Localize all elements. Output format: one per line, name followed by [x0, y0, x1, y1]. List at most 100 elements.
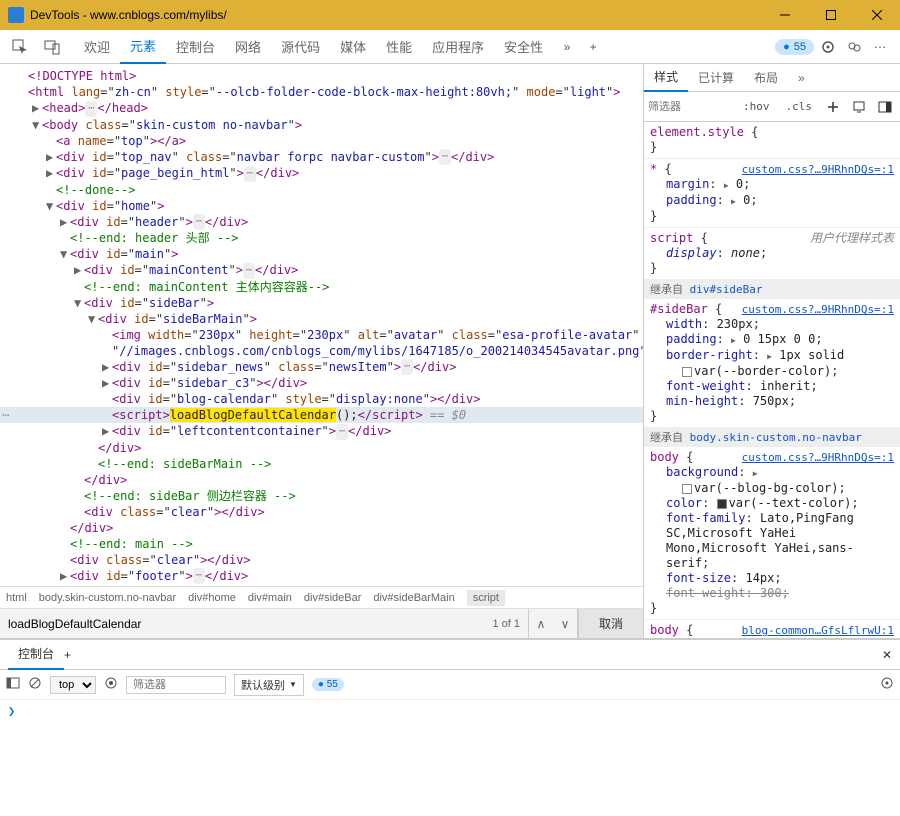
more-tabs-icon[interactable]: »: [555, 35, 579, 59]
log-level-select[interactable]: 默认级别 ▼: [234, 674, 304, 696]
dom-node[interactable]: ▶<head>⋯</head>: [0, 100, 643, 117]
dom-node[interactable]: <div id="blog-calendar" style="display:n…: [0, 391, 643, 407]
close-button[interactable]: [854, 0, 900, 30]
tab-性能[interactable]: 性能: [376, 30, 422, 64]
dom-node[interactable]: <!DOCTYPE html>: [0, 68, 643, 84]
tab-源代码[interactable]: 源代码: [271, 30, 330, 64]
layout-tab[interactable]: 布局: [744, 64, 788, 92]
dom-node[interactable]: <!--end: sideBarMain -->: [0, 456, 643, 472]
toggle-pane-icon[interactable]: [874, 96, 896, 118]
dom-node[interactable]: <!--end: mainContent 主体内容容器-->: [0, 279, 643, 295]
dom-node[interactable]: ▶<div id="top_nav" class="navbar forpc n…: [0, 149, 643, 166]
issue-count-badge[interactable]: ●55: [775, 39, 814, 55]
element-style-rule[interactable]: element.style { }: [644, 122, 900, 159]
dom-node[interactable]: ▶<div id="footer">⋯</div>: [0, 568, 643, 585]
dom-node[interactable]: <!--done-->: [0, 182, 643, 198]
dom-node[interactable]: </div>: [0, 440, 643, 456]
crumb[interactable]: div#sideBarMain: [373, 592, 454, 604]
crumb[interactable]: div#sideBar: [304, 592, 361, 604]
menu-icon[interactable]: ⋯: [868, 35, 892, 59]
dom-node[interactable]: <!--end: header 头部 -->: [0, 230, 643, 246]
dom-node[interactable]: <a name="top"></a>: [0, 133, 643, 149]
dom-node[interactable]: </div>: [0, 472, 643, 488]
dom-node[interactable]: <div class="clear"></div>: [0, 504, 643, 520]
sidebar-rule[interactable]: #sideBar {custom.css?…9HRhnDQs=:1 width:…: [644, 299, 900, 428]
rules-list[interactable]: element.style { } * {custom.css?…9HRhnDQ…: [644, 122, 900, 638]
device-mode-icon[interactable]: [848, 96, 870, 118]
hov-toggle[interactable]: :hov: [737, 98, 776, 115]
console-filter-input[interactable]: [126, 676, 226, 694]
crumb[interactable]: html: [6, 592, 27, 604]
tab-网络[interactable]: 网络: [225, 30, 271, 64]
tab-控制台[interactable]: 控制台: [166, 30, 225, 64]
dom-node[interactable]: ▶<div id="mainContent">⋯</div>: [0, 262, 643, 279]
styles-tab[interactable]: 样式: [644, 64, 688, 92]
feedback-icon[interactable]: [842, 35, 866, 59]
styles-filter-input[interactable]: [648, 101, 698, 113]
tab-元素[interactable]: 元素: [120, 30, 166, 64]
search-next-icon[interactable]: ∨: [553, 609, 577, 639]
tab-媒体[interactable]: 媒体: [330, 30, 376, 64]
dom-tree[interactable]: <!DOCTYPE html><html lang="zh-cn" style=…: [0, 64, 643, 586]
dom-node[interactable]: <!--end: sideBar 侧边栏容器 -->: [0, 488, 643, 504]
device-toolbar-icon[interactable]: [40, 35, 64, 59]
tab-应用程序[interactable]: 应用程序: [422, 30, 494, 64]
live-expression-icon[interactable]: [104, 676, 118, 693]
dom-node[interactable]: ▼<div id="sideBarMain">: [0, 311, 643, 327]
more-styles-tabs-icon[interactable]: »: [788, 64, 815, 92]
drawer-close-icon[interactable]: ✕: [882, 648, 892, 662]
window-title: DevTools - www.cnblogs.com/mylibs/: [30, 8, 762, 22]
dom-node[interactable]: ▶<div id="header">⋯</div>: [0, 214, 643, 231]
inspect-element-icon[interactable]: [8, 35, 32, 59]
maximize-button[interactable]: [808, 0, 854, 30]
tab-欢迎[interactable]: 欢迎: [74, 30, 120, 64]
source-link[interactable]: blog-common…GfsLflrwU:1: [742, 623, 894, 638]
source-link[interactable]: custom.css?…9HRhnDQs=:1: [742, 302, 894, 317]
search-prev-icon[interactable]: ∧: [529, 609, 553, 639]
new-tab-icon[interactable]: +: [581, 35, 605, 59]
settings-icon[interactable]: [816, 35, 840, 59]
dom-node[interactable]: <div class="clear"></div>: [0, 552, 643, 568]
dom-node[interactable]: ▶<div id="page_begin_html">⋯</div>: [0, 165, 643, 182]
crumb[interactable]: div#home: [188, 592, 236, 604]
minimize-button[interactable]: [762, 0, 808, 30]
console-tab[interactable]: 控制台: [8, 640, 64, 670]
console-input[interactable]: ❯: [0, 700, 900, 756]
main-split: <!DOCTYPE html><html lang="zh-cn" style=…: [0, 64, 900, 638]
dom-node[interactable]: ▼<div id="sideBar">: [0, 295, 643, 311]
drawer-add-tab-icon[interactable]: +: [64, 648, 71, 662]
crumb[interactable]: div#main: [248, 592, 292, 604]
clear-console-icon[interactable]: [28, 676, 42, 693]
dom-node[interactable]: ▼<div id="home">: [0, 198, 643, 214]
crumb[interactable]: body.skin-custom.no-navbar: [39, 592, 176, 604]
dom-node[interactable]: <img width="230px" height="230px" alt="a…: [0, 327, 643, 343]
script-ua-rule[interactable]: script {用户代理样式表 display: none; }: [644, 228, 900, 280]
search-input[interactable]: [0, 617, 484, 631]
dom-node[interactable]: </div>: [0, 520, 643, 536]
computed-tab[interactable]: 已计算: [688, 64, 744, 92]
console-settings-icon[interactable]: [880, 676, 894, 693]
dom-node[interactable]: ▼<body class="skin-custom no-navbar">: [0, 117, 643, 133]
body-rule[interactable]: body {custom.css?…9HRhnDQs=:1 background…: [644, 447, 900, 620]
new-style-rule-icon[interactable]: [822, 96, 844, 118]
universal-rule[interactable]: * {custom.css?…9HRhnDQs=:1 margin: ▶ 0; …: [644, 159, 900, 228]
body-rule-2[interactable]: body {blog-common…GfsLflrwU:1 font-famil…: [644, 620, 900, 638]
tab-安全性[interactable]: 安全性: [494, 30, 553, 64]
context-select[interactable]: top: [50, 676, 96, 694]
dom-node[interactable]: ▶<div id="sidebar_news" class="newsItem"…: [0, 359, 643, 376]
dom-node[interactable]: <!--end: main -->: [0, 536, 643, 552]
dom-node[interactable]: ▼<div id="main">: [0, 246, 643, 262]
source-link[interactable]: custom.css?…9HRhnDQs=:1: [742, 450, 894, 465]
cls-toggle[interactable]: .cls: [780, 98, 819, 115]
message-count-badge[interactable]: ● 55: [312, 678, 344, 691]
dom-node[interactable]: <html lang="zh-cn" style="--olcb-folder-…: [0, 84, 643, 100]
source-link[interactable]: custom.css?…9HRhnDQs=:1: [742, 162, 894, 177]
dom-node[interactable]: ⋯<script>loadBlogDefaultCalendar();</scr…: [0, 407, 643, 423]
search-cancel-button[interactable]: 取消: [578, 609, 643, 639]
console-sidebar-toggle-icon[interactable]: [6, 676, 20, 693]
crumb[interactable]: script: [467, 590, 505, 606]
dom-node[interactable]: <!--end: footer -->: [0, 584, 643, 586]
dom-node[interactable]: ▶<div id="leftcontentcontainer">⋯</div>: [0, 423, 643, 440]
dom-node[interactable]: ▶<div id="sidebar_c3"></div>: [0, 375, 643, 391]
dom-node[interactable]: "//images.cnblogs.com/cnblogs_com/mylibs…: [0, 343, 643, 359]
